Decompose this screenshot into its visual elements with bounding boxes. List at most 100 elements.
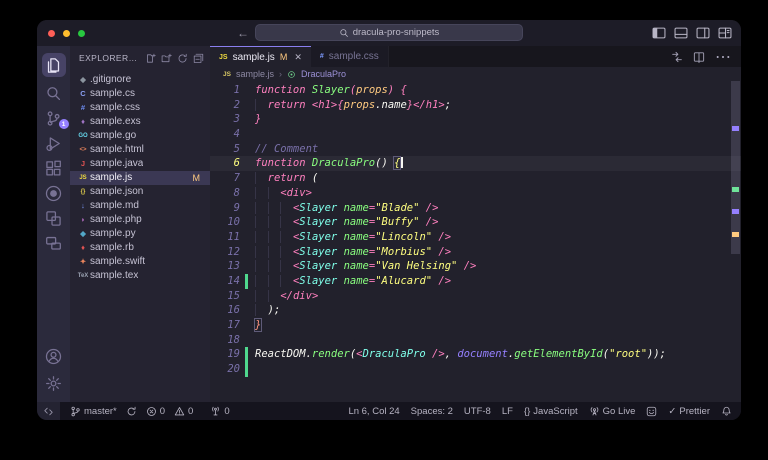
line-number: 7 bbox=[210, 171, 240, 186]
activity-github[interactable] bbox=[42, 184, 66, 202]
toggle-panel-button[interactable] bbox=[674, 26, 688, 40]
file-row[interactable]: Csample.cs bbox=[70, 87, 210, 101]
status-label: 0 bbox=[224, 406, 229, 417]
status-go-live[interactable]: Go Live bbox=[589, 406, 636, 417]
code-line[interactable]: 11 <Slayer name="Lincoln" /> bbox=[210, 230, 741, 245]
code-line[interactable]: 16 ); bbox=[210, 303, 741, 318]
status-indentation[interactable]: Spaces: 2 bbox=[411, 406, 453, 417]
status-errors[interactable]: 0 bbox=[146, 406, 165, 417]
code-line[interactable]: 17} bbox=[210, 318, 741, 333]
file-row[interactable]: ↓sample.md bbox=[70, 199, 210, 213]
activity-source-control[interactable]: 1 bbox=[42, 109, 66, 127]
status-encoding[interactable]: UTF-8 bbox=[464, 406, 491, 417]
file-row[interactable]: Jsample.java bbox=[70, 157, 210, 171]
code-line[interactable]: 8 <div> bbox=[210, 186, 741, 201]
status-git-branch[interactable]: master* bbox=[70, 406, 117, 417]
file-row[interactable]: ♦sample.rb bbox=[70, 241, 210, 255]
breadcrumb-symbol[interactable]: DraculaPro bbox=[301, 69, 346, 79]
open-changes-button[interactable] bbox=[671, 51, 683, 63]
file-row[interactable]: ◗sample.php bbox=[70, 213, 210, 227]
file-type-icon: TeX bbox=[76, 269, 90, 283]
file-row[interactable]: ◆.gitignore bbox=[70, 73, 210, 87]
back-button[interactable]: ← bbox=[237, 26, 249, 40]
refresh-explorer-button[interactable] bbox=[177, 53, 188, 64]
code-line[interactable]: 5// Comment bbox=[210, 142, 741, 157]
line-number: 16 bbox=[210, 303, 240, 318]
status-notifications[interactable] bbox=[721, 406, 732, 417]
file-row[interactable]: ♦sample.exs bbox=[70, 115, 210, 129]
file-row[interactable]: ✦sample.swift bbox=[70, 255, 210, 269]
code-line[interactable]: 3} bbox=[210, 112, 741, 127]
split-editor-button[interactable] bbox=[693, 51, 705, 63]
code-line[interactable]: 1function Slayer(props) { bbox=[210, 83, 741, 98]
code-text: ); bbox=[248, 303, 280, 318]
code-line[interactable]: 2 return <h1>{props.name}</h1>; bbox=[210, 98, 741, 113]
close-tab-icon[interactable]: ✕ bbox=[294, 52, 302, 63]
code-line[interactable]: 14 <Slayer name="Alucard" /> bbox=[210, 274, 741, 289]
activity-run-debug[interactable] bbox=[42, 134, 66, 152]
code-line[interactable]: 12 <Slayer name="Morbius" /> bbox=[210, 245, 741, 260]
file-row[interactable]: {}sample.json bbox=[70, 185, 210, 199]
toggle-primary-sidebar-button[interactable] bbox=[652, 26, 666, 40]
more-actions-button[interactable]: ⋯ bbox=[715, 47, 731, 67]
code-line[interactable]: 9 <Slayer name="Blade" /> bbox=[210, 201, 741, 216]
file-name: sample.php bbox=[90, 213, 142, 227]
file-type-icon: ♦ bbox=[76, 241, 90, 255]
file-type-icon: ↓ bbox=[76, 199, 90, 213]
activity-explorer[interactable] bbox=[42, 53, 66, 77]
file-row[interactable]: GOsample.go bbox=[70, 129, 210, 143]
status-warnings[interactable]: 0 bbox=[174, 406, 193, 417]
vscode-window: ← → dracula-pro-snippets 1 EXPLORER… ⋯ ◆… bbox=[37, 20, 741, 420]
activity-settings[interactable] bbox=[42, 374, 66, 392]
code-line[interactable]: 4 bbox=[210, 127, 741, 142]
close-window-button[interactable] bbox=[48, 30, 55, 37]
minimize-window-button[interactable] bbox=[63, 30, 70, 37]
code-line[interactable]: 20 bbox=[210, 362, 741, 377]
code-line[interactable]: 15 </div> bbox=[210, 289, 741, 304]
line-number: 13 bbox=[210, 259, 240, 274]
toggle-secondary-sidebar-button[interactable] bbox=[696, 26, 710, 40]
file-row[interactable]: <>sample.html bbox=[70, 143, 210, 157]
status-eol[interactable]: LF bbox=[502, 406, 513, 417]
code-line[interactable]: 13 <Slayer name="Van Helsing" /> bbox=[210, 259, 741, 274]
editor-actions: ⋯ bbox=[671, 46, 741, 67]
status-feedback[interactable] bbox=[646, 406, 657, 417]
status-prettier[interactable]: ✓Prettier bbox=[668, 406, 710, 417]
zoom-window-button[interactable] bbox=[78, 30, 85, 37]
breadcrumb-file[interactable]: sample.js bbox=[236, 69, 274, 79]
new-file-button[interactable] bbox=[145, 53, 156, 64]
activity-comments[interactable] bbox=[42, 234, 66, 252]
code-line[interactable]: 7 return ( bbox=[210, 171, 741, 186]
code-editor[interactable]: 1function Slayer(props) {2 return <h1>{p… bbox=[210, 81, 741, 402]
status-label: JavaScript bbox=[533, 406, 577, 417]
activity-accounts[interactable] bbox=[42, 347, 66, 365]
command-center-search[interactable]: dracula-pro-snippets bbox=[255, 24, 523, 41]
code-line[interactable]: 19ReactDOM.render(<DraculaPro />, docume… bbox=[210, 347, 741, 362]
file-row[interactable]: TeXsample.tex bbox=[70, 269, 210, 283]
new-folder-button[interactable] bbox=[161, 53, 172, 64]
scrollbar-thumb[interactable] bbox=[731, 81, 740, 254]
status-cursor-position[interactable]: Ln 6, Col 24 bbox=[348, 406, 399, 417]
collapse-folders-button[interactable] bbox=[193, 53, 204, 64]
code-text: <Slayer name="Buffy" /> bbox=[248, 215, 438, 230]
customize-layout-button[interactable] bbox=[718, 26, 732, 40]
status-language-mode[interactable]: {}JavaScript bbox=[524, 406, 578, 417]
file-row[interactable]: #sample.css bbox=[70, 101, 210, 115]
activity-search[interactable] bbox=[42, 84, 66, 102]
status-remote-indicator[interactable] bbox=[37, 402, 60, 420]
activity-extensions[interactable] bbox=[42, 159, 66, 177]
file-row[interactable]: ◆sample.py bbox=[70, 227, 210, 241]
file-name: sample.swift bbox=[90, 255, 145, 269]
tab-sample.js[interactable]: JSsample.jsM✕ bbox=[210, 46, 311, 67]
status-sync[interactable] bbox=[126, 406, 137, 417]
status-ports[interactable]: 0 bbox=[210, 406, 229, 417]
file-list: ◆.gitignoreCsample.cs#sample.css♦sample.… bbox=[70, 70, 210, 402]
code-line[interactable]: 6function DraculaPro() { bbox=[210, 156, 741, 171]
file-type-icon: ♦ bbox=[76, 115, 90, 129]
tab-sample.css[interactable]: #sample.css bbox=[311, 46, 389, 67]
activity-remote-explorer[interactable] bbox=[42, 209, 66, 227]
file-name: sample.json bbox=[90, 185, 143, 199]
code-line[interactable]: 10 <Slayer name="Buffy" /> bbox=[210, 215, 741, 230]
code-line[interactable]: 18 bbox=[210, 333, 741, 348]
file-row[interactable]: JSsample.jsM bbox=[70, 171, 210, 185]
